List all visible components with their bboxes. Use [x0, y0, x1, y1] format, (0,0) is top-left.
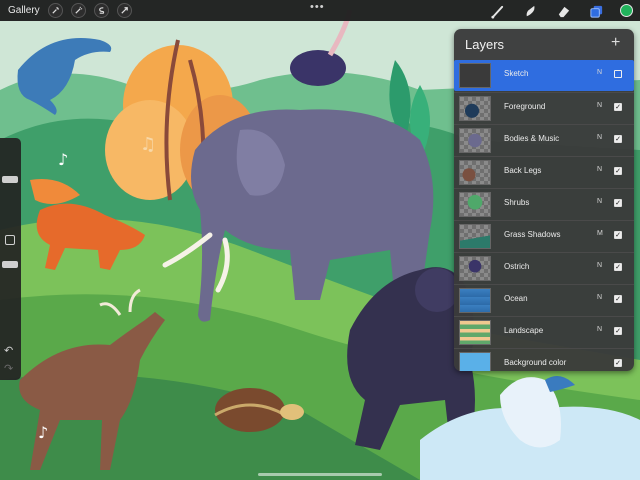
layer-thumbnail[interactable] [459, 63, 491, 88]
blend-mode-button[interactable]: N [597, 102, 602, 109]
transform-arrow-icon[interactable] [116, 3, 132, 18]
layer-name: Back Legs [504, 166, 542, 175]
blend-mode-button[interactable]: N [597, 69, 602, 76]
more-options-button[interactable]: ••• [310, 2, 325, 13]
layer-visibility-checkbox[interactable]: ✓ [614, 199, 622, 207]
undo-button[interactable]: ↶ [4, 344, 13, 357]
add-layer-button[interactable]: + [611, 34, 620, 52]
magic-wand-icon[interactable] [70, 3, 86, 18]
layer-thumbnail[interactable] [459, 160, 491, 185]
redo-button[interactable]: ↷ [4, 362, 13, 375]
layer-thumbnail[interactable] [459, 224, 491, 249]
layer-name: Landscape [504, 326, 544, 335]
layer-visibility-checkbox[interactable]: ✓ [614, 231, 622, 239]
brush-icon[interactable] [489, 3, 505, 19]
modify-button[interactable] [5, 235, 15, 245]
layer-visibility-checkbox[interactable]: ✓ [614, 295, 622, 303]
layer-thumbnail[interactable] [459, 352, 491, 371]
top-toolbar: Gallery ••• [0, 0, 640, 21]
brush-opacity-slider[interactable] [2, 261, 18, 268]
layer-visibility-checkbox[interactable] [614, 70, 622, 78]
layer-row[interactable]: Shrubs N ✓ [454, 188, 634, 219]
svg-text:♫: ♫ [140, 134, 156, 155]
svg-text:♪: ♪ [38, 423, 48, 442]
layers-panel: Layers + Sketch N Foreground N ✓ Bodies & Mus… [454, 29, 634, 371]
layer-thumbnail[interactable] [459, 288, 491, 313]
selection-icon[interactable] [93, 3, 109, 18]
layer-thumbnail[interactable] [459, 192, 491, 217]
eraser-icon[interactable] [555, 3, 571, 19]
layer-thumbnail[interactable] [459, 256, 491, 281]
layer-name: Sketch [504, 69, 529, 78]
layer-name: Bodies & Music [504, 134, 560, 143]
layer-row[interactable]: Foreground N ✓ [454, 92, 634, 123]
layer-visibility-checkbox[interactable]: ✓ [614, 359, 622, 367]
layer-thumbnail[interactable] [459, 96, 491, 121]
layers-icon[interactable] [588, 3, 604, 19]
left-sidebar: ↶ ↷ [0, 138, 21, 380]
layer-row[interactable]: Background color ✓ [454, 348, 634, 371]
blend-mode-button[interactable]: N [597, 262, 602, 269]
blend-mode-button[interactable]: N [597, 294, 602, 301]
gallery-button[interactable]: Gallery [8, 5, 40, 16]
blend-mode-button[interactable]: M [597, 230, 603, 237]
layer-name: Foreground [504, 102, 546, 111]
layer-name: Ocean [504, 294, 528, 303]
layer-visibility-checkbox[interactable]: ✓ [614, 135, 622, 143]
layer-name: Shrubs [504, 198, 530, 207]
layer-row[interactable]: Sketch N [454, 60, 634, 91]
layer-row[interactable]: Grass Shadows M ✓ [454, 220, 634, 251]
layer-thumbnail[interactable] [459, 128, 491, 153]
layer-name: Ostrich [504, 262, 530, 271]
layer-visibility-checkbox[interactable]: ✓ [614, 103, 622, 111]
layer-row[interactable]: Landscape N ✓ [454, 316, 634, 347]
svg-text:♪: ♪ [58, 150, 68, 169]
layer-row[interactable]: Ostrich N ✓ [454, 252, 634, 283]
brush-size-slider[interactable] [2, 175, 18, 183]
layer-row[interactable]: Bodies & Music N ✓ [454, 124, 634, 155]
layer-visibility-checkbox[interactable]: ✓ [614, 263, 622, 271]
color-picker-swatch[interactable] [620, 4, 633, 17]
blend-mode-button[interactable]: N [597, 198, 602, 205]
layer-thumbnail[interactable] [459, 320, 491, 345]
layer-row[interactable]: Back Legs N ✓ [454, 156, 634, 187]
blend-mode-button[interactable]: N [597, 166, 602, 173]
layer-name: Grass Shadows [504, 230, 561, 239]
layer-visibility-checkbox[interactable]: ✓ [614, 327, 622, 335]
smudge-icon[interactable] [522, 3, 538, 19]
layers-panel-title: Layers [465, 37, 505, 52]
wrench-icon[interactable] [47, 3, 63, 18]
blend-mode-button[interactable]: N [597, 326, 602, 333]
layer-name: Background color [504, 358, 567, 367]
blend-mode-button[interactable]: N [597, 134, 602, 141]
home-indicator [258, 473, 382, 476]
layer-visibility-checkbox[interactable]: ✓ [614, 167, 622, 175]
layer-row[interactable]: Ocean N ✓ [454, 284, 634, 315]
